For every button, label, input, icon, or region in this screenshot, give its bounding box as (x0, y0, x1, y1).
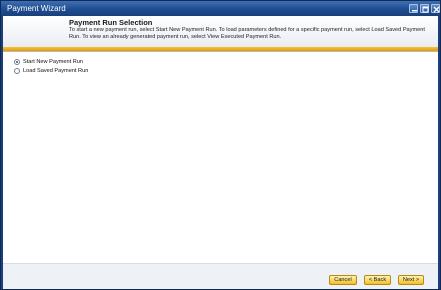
wizard-header: Payment Run Selection To start a new pay… (3, 16, 438, 47)
maximize-button[interactable] (420, 4, 429, 13)
close-button[interactable] (431, 4, 440, 13)
radio-load-saved-payment-run[interactable] (14, 68, 20, 74)
option-load-saved-payment-run[interactable]: Load Saved Payment Run (14, 67, 88, 75)
page-title: Payment Run Selection (69, 18, 153, 27)
minimize-icon (412, 10, 417, 12)
radio-start-new-payment-run[interactable] (14, 59, 20, 65)
option-label[interactable]: Load Saved Payment Run (23, 67, 88, 75)
payment-wizard-window: Payment Wizard Payment Run Selection To … (0, 0, 441, 290)
header-divider (3, 51, 438, 52)
maximize-icon (422, 6, 429, 13)
wizard-footer: Cancel < Back Next > (3, 263, 438, 289)
back-button[interactable]: < Back (364, 275, 391, 285)
wizard-client-area: Payment Run Selection To start a new pay… (3, 16, 438, 289)
next-button[interactable]: Next > (398, 275, 424, 285)
window-title: Payment Wizard (7, 4, 66, 13)
title-bar[interactable]: Payment Wizard (1, 1, 440, 16)
cancel-button[interactable]: Cancel (329, 275, 357, 285)
option-start-new-payment-run[interactable]: Start New Payment Run (14, 58, 83, 66)
close-icon (433, 6, 440, 13)
option-label[interactable]: Start New Payment Run (23, 58, 83, 66)
page-description: To start a new payment run, select Start… (69, 27, 425, 41)
minimize-button[interactable] (409, 4, 418, 13)
